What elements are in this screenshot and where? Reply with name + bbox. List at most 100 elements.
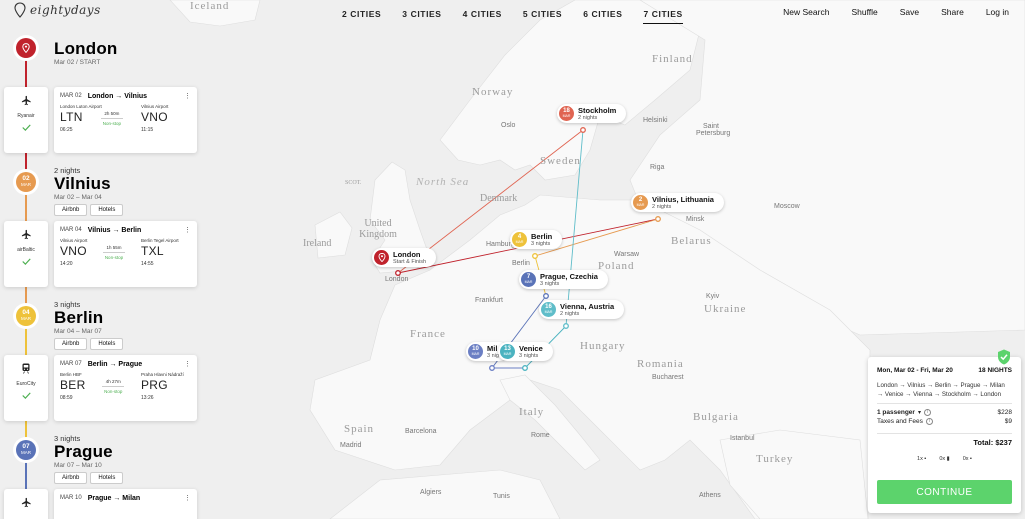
to-code: PRG	[140, 378, 168, 392]
map-pin-prague[interactable]: 7 MAR Prague, Czechia 3 nights	[519, 270, 608, 289]
transport-box[interactable]: airBaltic	[4, 221, 48, 287]
login-link[interactable]: Log in	[986, 7, 1009, 17]
map-pin-berlin[interactable]: 4 MAR Berlin 3 nights	[510, 230, 563, 249]
airbnb-button[interactable]: Airbnb	[54, 338, 88, 350]
cabin-bag[interactable]: 0x ▮	[939, 456, 949, 462]
to-station: Praha Hlavni Nádraží	[141, 372, 184, 377]
save-link[interactable]: Save	[900, 7, 919, 17]
checked-bag[interactable]: 0x ▪	[963, 456, 972, 462]
pin-badge: 4 MAR	[512, 232, 527, 247]
map-label-riga: Riga	[650, 164, 665, 171]
logo[interactable]: eightydays	[14, 2, 101, 18]
tab-5-cities[interactable]: 5 CITIES	[523, 9, 562, 24]
map-label-minsk: Minsk	[686, 216, 705, 223]
from-airport: Vilnius Airport	[60, 238, 88, 243]
stop-marker-berlin[interactable]: 04 MAR	[16, 306, 36, 326]
leg-card[interactable]: MAR 10 Prague → Milan ⋮	[54, 489, 197, 519]
tab-6-cities[interactable]: 6 CITIES	[583, 9, 622, 24]
to-airport: Berlin Tegel Airport	[141, 238, 179, 243]
hotels-button[interactable]: Hotels	[90, 338, 124, 350]
leg-card[interactable]: MAR 07 Berlin → Prague ⋮ Berlin HBF Praha H…	[54, 355, 197, 421]
pin-sub: 2 nights	[652, 203, 672, 210]
stops-info: Non-stop	[104, 255, 124, 260]
map-label-ukraine: Ukraine	[704, 303, 747, 315]
city-name: Berlin	[54, 308, 104, 327]
from-code: VNO	[60, 244, 87, 258]
map-label-istanbul: Istanbul	[730, 435, 755, 442]
location-pin-icon	[22, 43, 30, 53]
more-vertical-icon[interactable]: ⋮	[184, 226, 191, 234]
info-icon[interactable]: i	[925, 418, 933, 425]
more-vertical-icon[interactable]: ⋮	[184, 92, 191, 100]
map-label-finland: Finland	[652, 53, 693, 65]
pin-sub: 2 nights	[560, 310, 580, 317]
map-pin-stockholm[interactable]: 18 MAR Stockholm 2 nights	[557, 104, 627, 123]
stop-marker-london[interactable]	[16, 38, 36, 58]
map-label-romania: Romania	[637, 358, 684, 370]
hotels-button[interactable]: Hotels	[90, 204, 124, 216]
transport-box[interactable]: Ryanair	[4, 87, 48, 153]
suitcase-icon: ▮	[946, 456, 950, 462]
shuffle-link[interactable]: Shuffle	[851, 7, 877, 17]
transport-box[interactable]	[4, 489, 48, 519]
map-pin-vilnius[interactable]: 2 MAR Vilnius, Lithuania 2 nights	[631, 193, 724, 212]
pin-city-name: Prague, Czechia	[540, 271, 598, 281]
tab-2-cities[interactable]: 2 CITIES	[342, 9, 381, 24]
more-vertical-icon[interactable]: ⋮	[184, 494, 191, 502]
pin-sub: 3 nights	[531, 240, 551, 247]
from-code: BER	[60, 378, 86, 392]
transport-box[interactable]: EuroCity	[4, 355, 48, 421]
arr-time: 14:55	[141, 261, 154, 267]
map-label-tunis: Tunis	[493, 493, 510, 500]
brand-name: eightydays	[30, 3, 101, 17]
city-name: Prague	[54, 442, 113, 461]
stop-marker-vilnius[interactable]: 02 MAR	[16, 172, 36, 192]
pin-city-name: Vilnius, Lithuania	[652, 194, 714, 204]
passenger-select[interactable]: 1 passenger ▾ i	[877, 409, 931, 416]
hotels-button[interactable]: Hotels	[90, 472, 124, 484]
pin-sub: 3 nights	[540, 280, 560, 287]
map-label-helsinki: Helsinki	[643, 117, 668, 124]
from-airport: London Luton Airport	[60, 104, 102, 109]
tab-7-cities[interactable]: 7 CITIES	[643, 9, 683, 24]
airbnb-button[interactable]: Airbnb	[54, 472, 88, 484]
total-price: Total: $237	[877, 433, 1012, 447]
train-icon	[22, 363, 30, 374]
city-dates: Mar 07 – Mar 10	[54, 462, 102, 469]
tab-3-cities[interactable]: 3 CITIES	[402, 9, 441, 24]
info-icon[interactable]: i	[923, 409, 931, 416]
stop-marker-prague[interactable]: 07 MAR	[16, 440, 36, 460]
pin-badge: 16 MAR	[541, 302, 556, 317]
stop-vilnius: 2 nights Vilnius Mar 02 – Mar 04 Airbnb H…	[54, 166, 124, 216]
map-label-poland: Poland	[598, 260, 635, 272]
carrier-name: Ryanair	[17, 113, 35, 119]
pin-sub: 3 nights	[519, 352, 539, 359]
city-dates: Mar 02 – Mar 04	[54, 194, 102, 201]
map-label-rome: Rome	[531, 432, 550, 439]
more-vertical-icon[interactable]: ⋮	[184, 360, 191, 368]
leg-route: London → Vilnius	[87, 92, 148, 100]
arr-time: 11:15	[141, 127, 154, 133]
map-label-hungary: Hungary	[580, 340, 626, 352]
to-airport: Vilnius Airport	[141, 104, 169, 109]
airbnb-button[interactable]: Airbnb	[54, 204, 88, 216]
map-label-frankfurt: Frankfurt	[475, 297, 504, 304]
airplane-icon	[21, 95, 31, 106]
map-label-italy: Italy	[519, 406, 545, 418]
map-pin-venice[interactable]: 13 MAR Venice 3 nights	[498, 342, 553, 361]
pin-sub: Start & Finish	[393, 258, 427, 265]
map-pin-vienna[interactable]: 16 MAR Vienna, Austria 2 nights	[539, 300, 625, 319]
map-label-iceland: Iceland	[190, 0, 230, 12]
tab-4-cities[interactable]: 4 CITIES	[463, 9, 502, 24]
shield-check-icon	[998, 349, 1010, 365]
share-link[interactable]: Share	[941, 7, 964, 17]
leg-card[interactable]: MAR 04 Vilnius → Berlin ⋮ Vilnius Airport B…	[54, 221, 197, 287]
map-label-turkey: Turkey	[756, 453, 794, 465]
leg-card[interactable]: MAR 02 London → Vilnius ⋮ London Luton Air…	[54, 87, 197, 153]
continue-button[interactable]: CONTINUE	[877, 480, 1012, 504]
map-pin-london[interactable]: London Start & Finish	[372, 248, 437, 267]
duration: 4h 27m	[105, 379, 121, 384]
chevron-down-icon: ▾	[917, 410, 921, 416]
personal-item[interactable]: 1x ▪	[917, 456, 926, 462]
new-search-link[interactable]: New Search	[783, 7, 829, 17]
